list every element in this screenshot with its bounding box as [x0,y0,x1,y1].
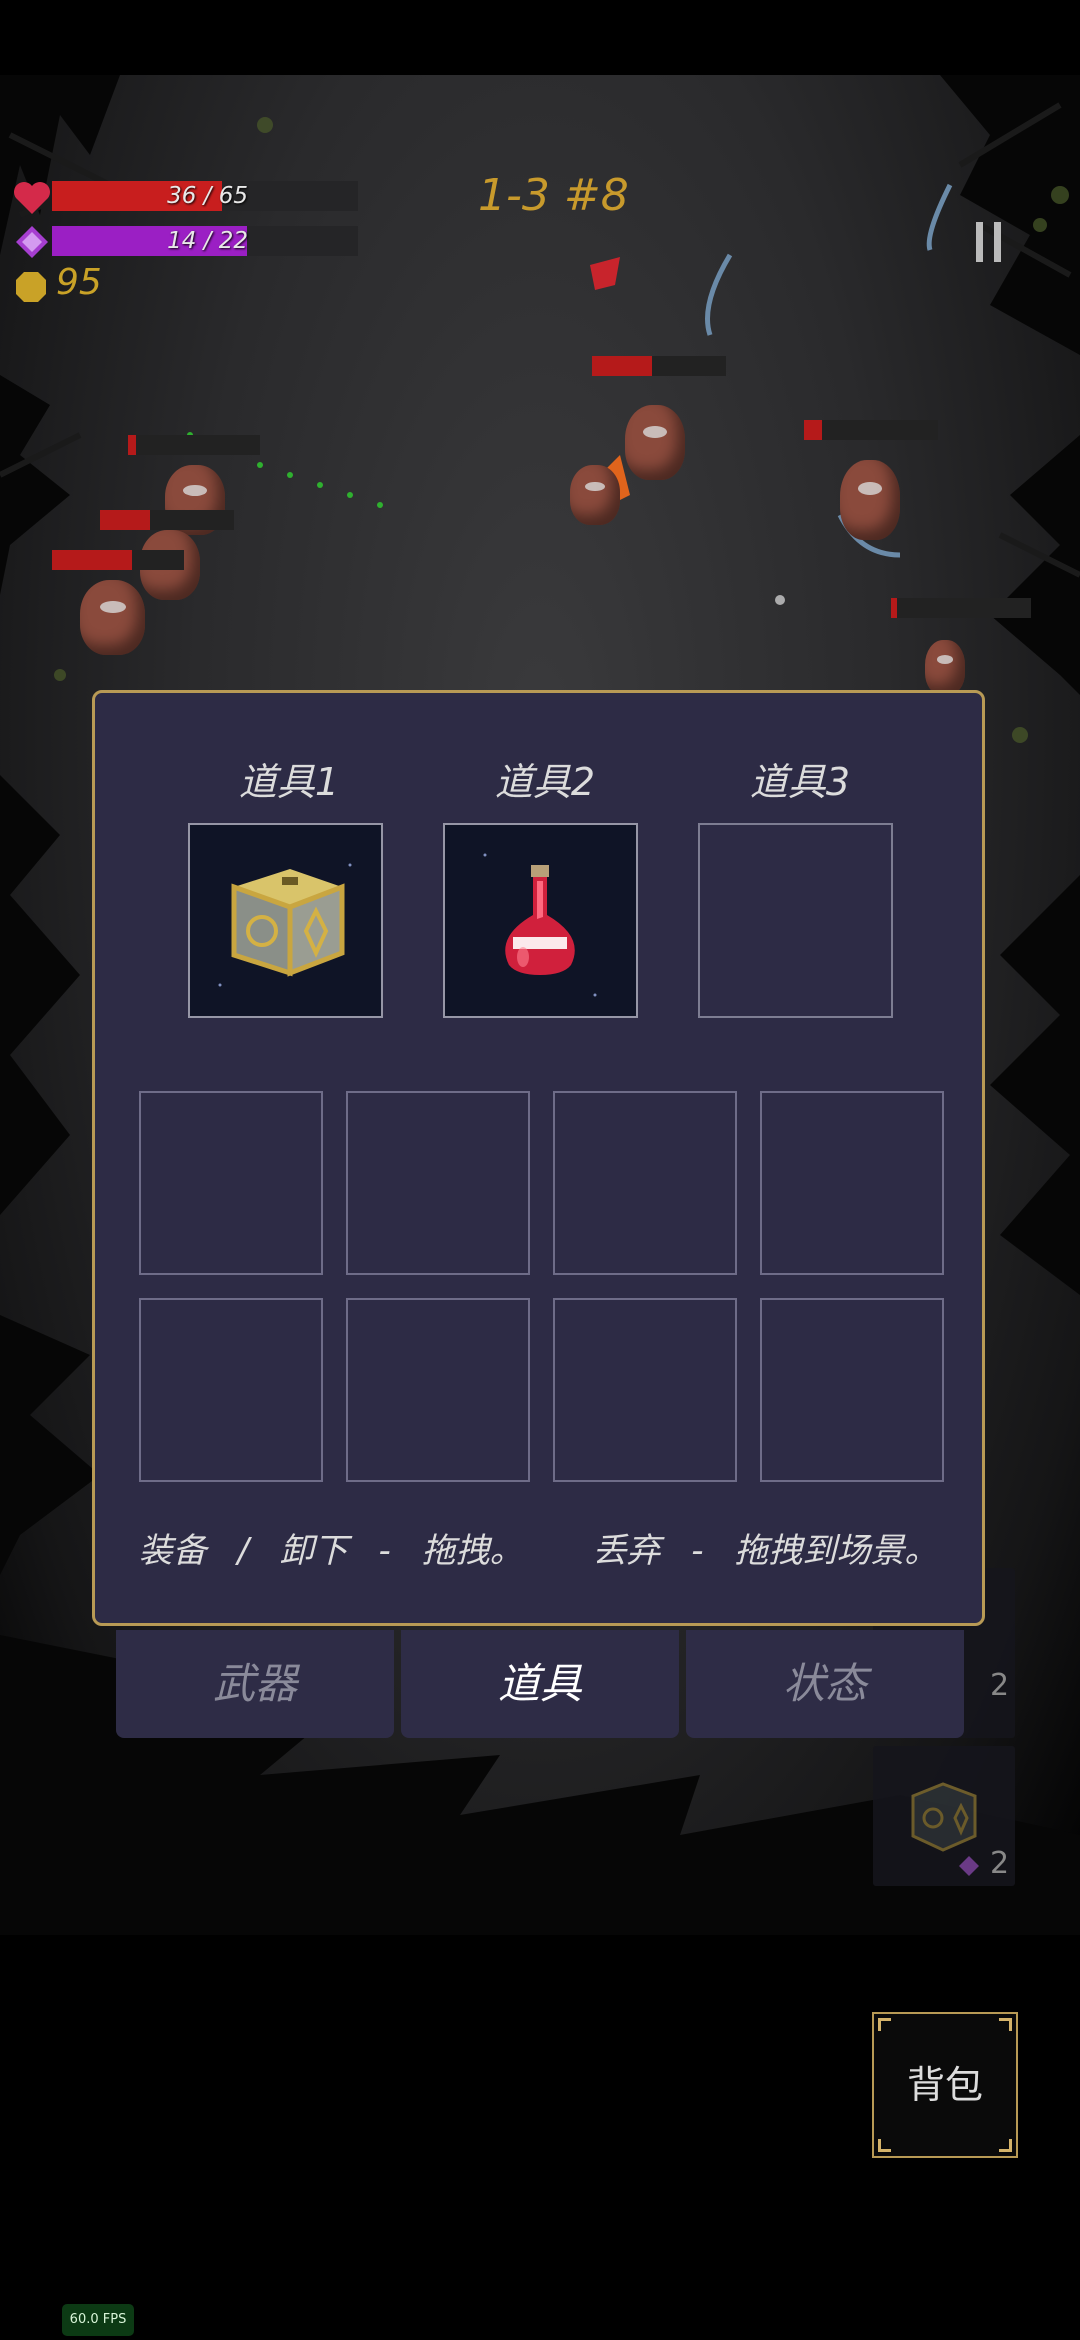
golden-rune-cube-icon [218,863,352,987]
mana-gem-icon [959,1856,979,1876]
inventory-slot[interactable] [346,1091,530,1275]
inventory-slot[interactable] [760,1091,944,1275]
inventory-panel: 道具1 道具2 道具3 装备 / 卸下 - 拖拽。 丢弃 - 拖拽到场景。 [92,690,985,1626]
quickbar-count: 2 [990,1668,1010,1703]
health-bar: 36 / 65 [52,181,358,211]
hint-equip: 装备 / 卸下 - 拖拽。 [138,1531,524,1571]
heart-icon [14,182,50,214]
pause-icon [994,222,1001,262]
hint-drop: 丢弃 - 拖拽到场景。 [592,1531,939,1571]
tab-status[interactable]: 状态 [686,1630,964,1738]
enemy-creature[interactable] [570,465,620,525]
pause-button[interactable] [976,222,1006,262]
equip-slot-1[interactable] [188,823,383,1018]
bag-button[interactable]: 背包 [872,2012,1018,2158]
inventory-slot[interactable] [553,1091,737,1275]
pause-icon [976,222,983,262]
enemy-health-bar [52,550,184,570]
tab-weapons[interactable]: 武器 [116,1630,394,1738]
gold-amount: 95 [56,262,102,303]
mana-gem-icon [16,226,48,258]
inventory-slot[interactable] [553,1298,737,1482]
inventory-hint: 装备 / 卸下 - 拖拽。 丢弃 - 拖拽到场景。 [95,1523,982,1572]
gold-coin-icon [16,272,46,302]
enemy-creature[interactable] [80,580,145,655]
enemy-creature[interactable] [625,405,685,480]
item-slot-title: 道具3 [749,760,851,804]
item-slot-title: 道具2 [494,760,596,804]
inventory-slot[interactable] [139,1091,323,1275]
quickbar-count: 2 [990,1846,1010,1881]
item-slot-title: 道具1 [238,760,340,804]
corner-ornament [878,2139,891,2152]
health-text: 36 / 65 [167,183,248,209]
enemy-health-bar [592,356,726,376]
mana-bar: 14 / 22 [52,226,358,256]
enemy-health-bar [804,420,938,440]
inventory-slot[interactable] [139,1298,323,1482]
bag-button-label: 背包 [906,2063,983,2107]
golden-rune-cube-icon [911,1782,977,1852]
enemy-health-bar [100,510,234,530]
equip-slot-2[interactable] [443,823,638,1018]
fps-counter: 60.0 FPS [62,2304,134,2336]
corner-ornament [999,2018,1012,2031]
enemy-creature[interactable] [925,640,965,695]
mana-text: 14 / 22 [167,228,248,254]
corner-ornament [878,2018,891,2031]
inventory-slot[interactable] [346,1298,530,1482]
corner-ornament [999,2139,1012,2152]
enemy-health-bar [128,435,260,455]
equip-slot-3[interactable] [698,823,893,1018]
inventory-slot[interactable] [760,1298,944,1482]
level-indicator: 1-3 #8 [478,170,629,221]
red-potion-icon [483,853,597,997]
tab-items[interactable]: 道具 [401,1630,679,1738]
enemy-health-bar [891,598,1031,618]
enemy-creature[interactable] [840,460,900,540]
